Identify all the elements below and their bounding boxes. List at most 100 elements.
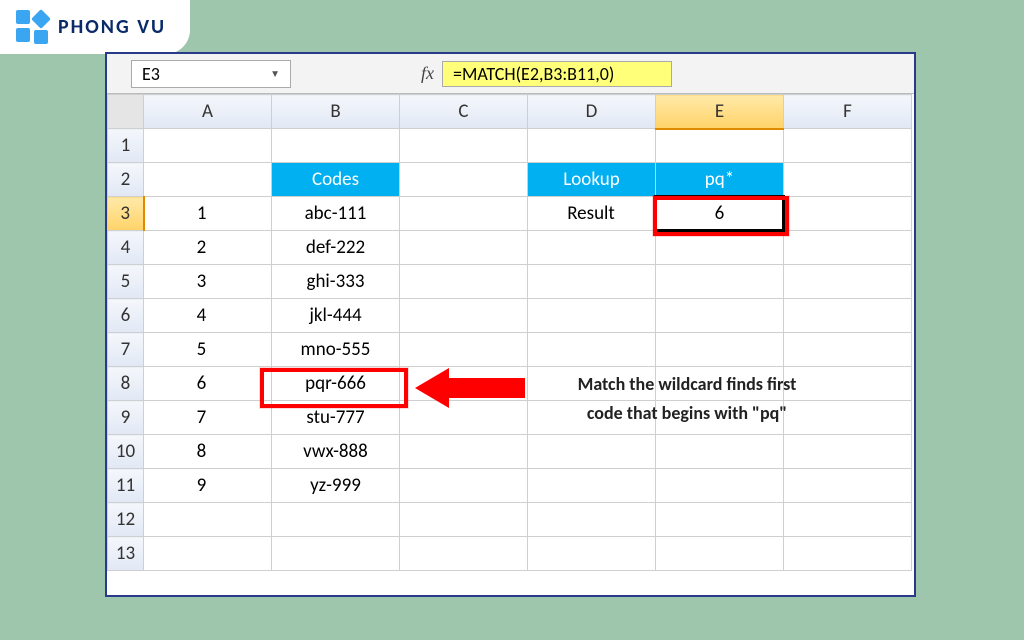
cell[interactable]: 2	[144, 231, 272, 265]
row-header-4[interactable]: 4	[108, 231, 144, 265]
cell[interactable]	[784, 299, 912, 333]
cell[interactable]	[784, 129, 912, 163]
cell[interactable]	[784, 469, 912, 503]
cell[interactable]: 5	[144, 333, 272, 367]
cell[interactable]: 1	[144, 197, 272, 231]
cell[interactable]: 3	[144, 265, 272, 299]
row-header-13[interactable]: 13	[108, 537, 144, 571]
cell[interactable]: abc-111	[272, 197, 400, 231]
spreadsheet[interactable]: A B C D E F 1 2 Codes Lookup pq* 3	[107, 94, 914, 571]
cell[interactable]	[400, 299, 528, 333]
cell[interactable]	[656, 503, 784, 537]
excel-window: E3 ▼ fx =MATCH(E2,B3:B11,0) A B C D E F …	[105, 52, 916, 597]
cell[interactable]	[784, 503, 912, 537]
row-header-11[interactable]: 11	[108, 469, 144, 503]
cell[interactable]	[784, 197, 912, 231]
cell[interactable]	[784, 163, 912, 197]
col-header-e[interactable]: E	[656, 95, 784, 129]
row-header-12[interactable]: 12	[108, 503, 144, 537]
cell[interactable]: ghi-333	[272, 265, 400, 299]
cell[interactable]	[656, 265, 784, 299]
row-header-6[interactable]: 6	[108, 299, 144, 333]
cell[interactable]	[784, 537, 912, 571]
cell[interactable]	[144, 163, 272, 197]
cell[interactable]	[528, 435, 656, 469]
cell[interactable]	[144, 537, 272, 571]
brand-text: PHONG VU	[58, 15, 166, 39]
cell[interactable]	[656, 435, 784, 469]
lookup-value-header[interactable]: pq*	[656, 163, 784, 197]
row-header-7[interactable]: 7	[108, 333, 144, 367]
cell[interactable]	[528, 129, 656, 163]
cell[interactable]	[400, 469, 528, 503]
result-label-cell[interactable]: Result	[528, 197, 656, 231]
cell[interactable]	[784, 231, 912, 265]
cell[interactable]	[784, 435, 912, 469]
cell[interactable]	[528, 265, 656, 299]
cell[interactable]: 7	[144, 401, 272, 435]
row-header-8[interactable]: 8	[108, 367, 144, 401]
lookup-header[interactable]: Lookup	[528, 163, 656, 197]
cell[interactable]	[784, 333, 912, 367]
col-header-f[interactable]: F	[784, 95, 912, 129]
col-header-b[interactable]: B	[272, 95, 400, 129]
cell[interactable]: jkl-444	[272, 299, 400, 333]
cell[interactable]	[272, 537, 400, 571]
cell[interactable]: 9	[144, 469, 272, 503]
cell[interactable]: 4	[144, 299, 272, 333]
cell[interactable]	[400, 333, 528, 367]
cell[interactable]	[400, 537, 528, 571]
cell[interactable]: pqr-666	[272, 367, 400, 401]
cell[interactable]	[400, 401, 528, 435]
annotation-text: Match the wildcard finds first code that…	[537, 370, 837, 428]
row-header-5[interactable]: 5	[108, 265, 144, 299]
cell[interactable]: mno-555	[272, 333, 400, 367]
row-header-10[interactable]: 10	[108, 435, 144, 469]
cell[interactable]	[272, 129, 400, 163]
codes-header[interactable]: Codes	[272, 163, 400, 197]
cell[interactable]	[656, 231, 784, 265]
cell[interactable]	[400, 367, 528, 401]
cell[interactable]	[656, 469, 784, 503]
chevron-down-icon[interactable]: ▼	[270, 67, 280, 80]
cell[interactable]: yz-999	[272, 469, 400, 503]
cell[interactable]: def-222	[272, 231, 400, 265]
row-header-9[interactable]: 9	[108, 401, 144, 435]
cell[interactable]	[272, 503, 400, 537]
cell[interactable]	[528, 469, 656, 503]
cell[interactable]	[400, 503, 528, 537]
cell[interactable]	[656, 537, 784, 571]
cell[interactable]	[656, 333, 784, 367]
cell[interactable]	[144, 129, 272, 163]
cell[interactable]	[400, 163, 528, 197]
cell[interactable]	[528, 333, 656, 367]
cell[interactable]	[528, 231, 656, 265]
col-header-d[interactable]: D	[528, 95, 656, 129]
formula-input[interactable]: =MATCH(E2,B3:B11,0)	[442, 61, 672, 87]
cell[interactable]: 6	[144, 367, 272, 401]
cell[interactable]	[656, 299, 784, 333]
cell[interactable]	[400, 231, 528, 265]
col-header-a[interactable]: A	[144, 95, 272, 129]
row-header-1[interactable]: 1	[108, 129, 144, 163]
col-header-c[interactable]: C	[400, 95, 528, 129]
select-all-corner[interactable]	[108, 95, 144, 129]
cell[interactable]: stu-777	[272, 401, 400, 435]
cell[interactable]	[528, 299, 656, 333]
cell[interactable]	[656, 129, 784, 163]
cell[interactable]	[528, 503, 656, 537]
row-header-3[interactable]: 3	[108, 197, 144, 231]
name-box[interactable]: E3 ▼	[131, 60, 291, 88]
cell[interactable]	[400, 435, 528, 469]
cell[interactable]: vwx-888	[272, 435, 400, 469]
cell[interactable]	[400, 265, 528, 299]
cell[interactable]	[144, 503, 272, 537]
cell[interactable]: 8	[144, 435, 272, 469]
result-value-cell[interactable]: 6	[656, 197, 784, 231]
cell[interactable]	[400, 129, 528, 163]
cell[interactable]	[528, 537, 656, 571]
cell[interactable]	[784, 265, 912, 299]
row-header-2[interactable]: 2	[108, 163, 144, 197]
cell[interactable]	[400, 197, 528, 231]
fx-label[interactable]: fx	[421, 63, 434, 84]
